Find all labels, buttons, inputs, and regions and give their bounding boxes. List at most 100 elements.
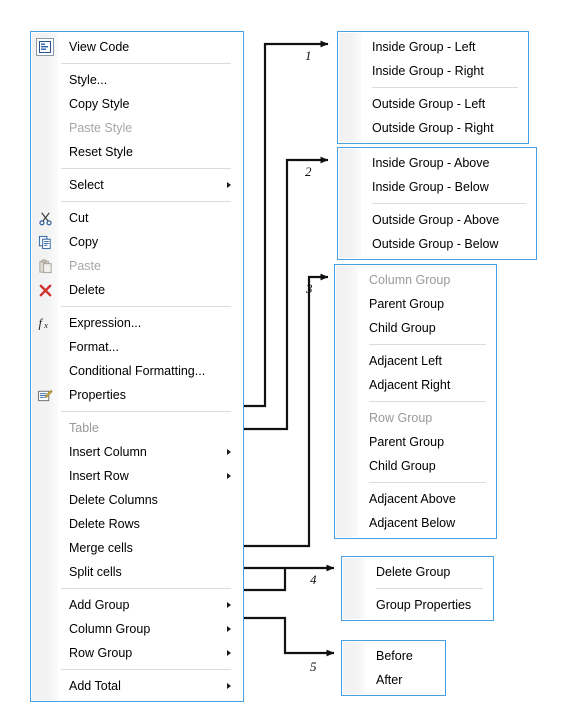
menu-item-view-code[interactable]: View Code xyxy=(31,35,243,59)
menu-item-label: Inside Group - Left xyxy=(372,39,476,54)
menu-item-delete-columns[interactable]: Delete Columns xyxy=(31,488,243,512)
add-total-submenu[interactable]: Before After xyxy=(341,640,446,696)
menu-item-label: Row Group xyxy=(369,410,433,425)
wire-number-5: 5 xyxy=(310,659,317,674)
menu-item-adjacent-right[interactable]: Adjacent Right xyxy=(335,373,496,397)
menu-item-delete-group[interactable]: Delete Group xyxy=(342,560,493,584)
wire-5 xyxy=(244,616,335,657)
menu-item-inside-group-above[interactable]: Inside Group - Above xyxy=(338,151,536,175)
menu-item-label: Expression... xyxy=(69,315,142,330)
wire-number-1: 1 xyxy=(305,48,312,63)
menu-item-column-group[interactable]: Column Group xyxy=(31,617,243,641)
menu-item-label: Reset Style xyxy=(69,144,133,159)
menu-item-adjacent-left[interactable]: Adjacent Left xyxy=(335,349,496,373)
menu-item-adjacent-below[interactable]: Adjacent Below xyxy=(335,511,496,535)
menu-item-label: Outside Group - Left xyxy=(372,96,486,111)
icon-placeholder xyxy=(31,116,59,140)
menu-item-table: Table xyxy=(31,416,243,440)
menu-item-reset-style[interactable]: Reset Style xyxy=(31,140,243,164)
menu-item-label: Parent Group xyxy=(369,434,445,449)
menu-item-label: Select xyxy=(69,177,104,192)
icon-placeholder xyxy=(31,335,59,359)
menu-separator xyxy=(376,588,483,589)
icon-placeholder xyxy=(31,536,59,560)
menu-item-delete-rows[interactable]: Delete Rows xyxy=(31,512,243,536)
menu-item-label: Copy Style xyxy=(69,96,130,111)
menu-item-style[interactable]: Style... xyxy=(31,68,243,92)
menu-item-label: Adjacent Left xyxy=(369,353,442,368)
view-code-icon-frame xyxy=(36,38,54,56)
menu-item-split-cells[interactable]: Split cells xyxy=(31,560,243,584)
wire-number-2: 2 xyxy=(305,164,312,179)
submenu-chevron-icon xyxy=(227,626,231,632)
menu-item-conditional-formatting[interactable]: Conditional Formatting... xyxy=(31,359,243,383)
menu-item-select[interactable]: Select xyxy=(31,173,243,197)
insert-column-submenu[interactable]: Inside Group - Left Inside Group - Right O… xyxy=(337,31,529,144)
submenu-chevron-icon xyxy=(227,650,231,656)
delete-x-icon xyxy=(31,278,59,302)
menu-item-inside-group-left[interactable]: Inside Group - Left xyxy=(338,35,528,59)
menu-item-merge-cells[interactable]: Merge cells xyxy=(31,536,243,560)
menu-item-label: Child Group xyxy=(369,458,436,473)
menu-item-insert-row[interactable]: Insert Row xyxy=(31,464,243,488)
menu-item-label: Delete Group xyxy=(376,564,451,579)
menu-item-add-total[interactable]: Add Total xyxy=(31,674,243,698)
menu-separator xyxy=(372,87,518,88)
menu-item-add-group[interactable]: Add Group xyxy=(31,593,243,617)
menu-item-outside-group-below[interactable]: Outside Group - Below xyxy=(338,232,536,256)
menu-item-group-properties[interactable]: Group Properties xyxy=(342,593,493,617)
menu-item-label: Properties xyxy=(69,387,126,402)
menu-separator xyxy=(61,168,231,169)
menu-item-label: Table xyxy=(69,420,99,435)
menu-item-label: Insert Column xyxy=(69,444,147,459)
menu-item-delete[interactable]: Delete xyxy=(31,278,243,302)
insert-row-submenu[interactable]: Inside Group - Above Inside Group - Below… xyxy=(337,147,537,260)
menu-separator xyxy=(61,306,231,307)
menu-item-outside-group-right[interactable]: Outside Group - Right xyxy=(338,116,528,140)
menu-item-child-group[interactable]: Child Group xyxy=(335,316,496,340)
menu-item-label: Inside Group - Right xyxy=(372,63,484,78)
menu-item-label: Paste Style xyxy=(69,120,133,135)
menu-item-label: Split cells xyxy=(69,564,122,579)
group-submenu[interactable]: Delete Group Group Properties xyxy=(341,556,494,621)
menu-item-inside-group-below[interactable]: Inside Group - Below xyxy=(338,175,536,199)
menu-item-label: Style... xyxy=(69,72,108,87)
menu-item-label: Delete xyxy=(69,282,106,297)
submenu-chevron-icon xyxy=(227,473,231,479)
menu-separator xyxy=(61,201,231,202)
menu-item-format[interactable]: Format... xyxy=(31,335,243,359)
icon-placeholder xyxy=(31,440,59,464)
menu-item-copy-style[interactable]: Copy Style xyxy=(31,92,243,116)
menu-item-properties[interactable]: Properties xyxy=(31,383,243,407)
menu-item-expression[interactable]: f x Expression... xyxy=(31,311,243,335)
menu-item-outside-group-above[interactable]: Outside Group - Above xyxy=(338,208,536,232)
menu-item-label: Outside Group - Right xyxy=(372,120,494,135)
menu-separator xyxy=(369,482,486,483)
menu-item-parent-group[interactable]: Parent Group xyxy=(335,292,496,316)
menu-item-outside-group-left[interactable]: Outside Group - Left xyxy=(338,92,528,116)
menu-item-after[interactable]: After xyxy=(342,668,445,692)
menu-item-insert-column[interactable]: Insert Column xyxy=(31,440,243,464)
menu-item-label: Adjacent Above xyxy=(369,491,456,506)
menu-item-label: Merge cells xyxy=(69,540,133,555)
menu-item-inside-group-right[interactable]: Inside Group - Right xyxy=(338,59,528,83)
view-code-icon xyxy=(31,35,59,59)
icon-placeholder xyxy=(31,593,59,617)
menu-item-adjacent-above[interactable]: Adjacent Above xyxy=(335,487,496,511)
add-group-submenu[interactable]: Column Group Parent Group Child Group Adjac… xyxy=(334,264,497,539)
report-designer-context-menu[interactable]: View Code Style... Copy Style Paste Style Re… xyxy=(30,31,244,702)
submenu-chevron-icon xyxy=(227,683,231,689)
menu-item-cut[interactable]: Cut xyxy=(31,206,243,230)
menu-item-before[interactable]: Before xyxy=(342,644,445,668)
menu-item-child-group[interactable]: Child Group xyxy=(335,454,496,478)
menu-item-row-group[interactable]: Row Group xyxy=(31,641,243,665)
menu-item-parent-group[interactable]: Parent Group xyxy=(335,430,496,454)
menu-item-paste: Paste xyxy=(31,254,243,278)
icon-placeholder xyxy=(31,560,59,584)
icon-placeholder xyxy=(31,617,59,641)
wire-number-4: 4 xyxy=(310,572,317,587)
icon-placeholder xyxy=(31,641,59,665)
icon-placeholder xyxy=(31,674,59,698)
icon-placeholder xyxy=(31,173,59,197)
menu-item-copy[interactable]: Copy xyxy=(31,230,243,254)
